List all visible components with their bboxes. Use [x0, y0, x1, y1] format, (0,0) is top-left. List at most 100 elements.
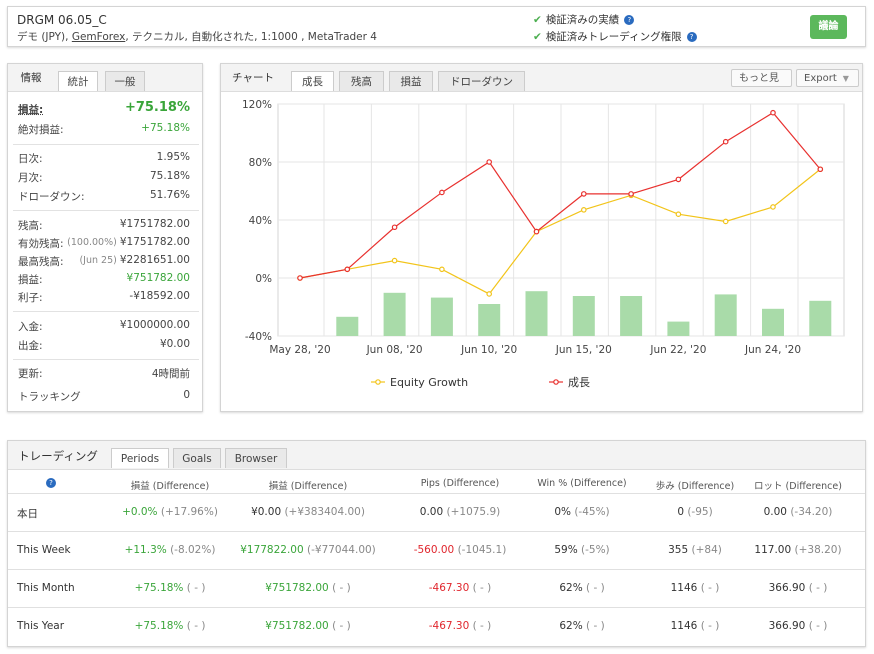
stat-label: 日次: — [18, 153, 43, 165]
cell-value: ¥0.00 — [251, 506, 282, 518]
help-icon[interactable]: ? — [686, 32, 697, 42]
equity-point — [722, 218, 729, 225]
cell-value: +75.18% — [134, 620, 184, 632]
stat-value: +75.18% — [141, 122, 190, 134]
tab-balance[interactable]: 残高 — [339, 71, 384, 91]
growth-chart: 120% 80% 40% 0% -40%May 28, '20 Jun 08, '20 Ju… — [242, 99, 845, 389]
stat-monthly: 月次: 75.18% — [18, 170, 190, 186]
stat-withdrawals: 出金: ¥0.00 — [18, 338, 190, 354]
bar — [572, 296, 595, 336]
chart-tabbar: チャート 成長 残高 損益 ドローダウン もっと見 Export ▼ — [221, 64, 862, 92]
help-icon[interactable]: ? — [624, 15, 635, 25]
cell-value: -467.30 — [428, 620, 470, 632]
stat-value: ¥0.00 — [159, 338, 190, 350]
stat-label: 利子: — [18, 292, 43, 304]
bar — [762, 308, 784, 336]
cell-value: 62% — [559, 620, 583, 632]
cell-difference: ( - ) — [469, 582, 492, 594]
cell-value: 366.90 — [768, 582, 806, 594]
stat-sub: (100.00%) — [67, 237, 117, 248]
stat-label: 出金: — [18, 340, 43, 352]
cell-value: 0 — [677, 506, 684, 518]
tab-goals[interactable]: Goals — [173, 448, 221, 468]
growth-point — [722, 138, 729, 145]
account-info: デモ (JPY), GemForex, テクニカル, 自動化された, 1:100… — [17, 29, 377, 44]
stat-label: ドローダウン: — [18, 191, 85, 203]
stat-balance: 残高: ¥1751782.00 — [18, 218, 190, 234]
table-cell: 366.90 ( - ) — [708, 620, 874, 632]
bar — [714, 294, 737, 336]
cell-difference: ( - ) — [582, 620, 605, 632]
bar — [383, 292, 406, 336]
table-cell: 0.00 (-34.20) — [708, 506, 874, 518]
tab-general[interactable]: 一般 — [105, 71, 145, 91]
bar — [667, 321, 690, 336]
cell-value: 1146 — [670, 620, 698, 632]
stat-updated: 更新: 4時間前 — [18, 366, 190, 382]
cell-value: 355 — [668, 544, 689, 556]
tab-drawdown[interactable]: ドローダウン — [438, 71, 525, 91]
y-tick-label: 0% — [255, 273, 272, 285]
dropdown-icon: ▼ — [842, 74, 849, 83]
equity-point — [675, 211, 682, 218]
row-divider — [8, 607, 865, 608]
stat-label: 月次: — [18, 172, 43, 184]
cell-value: ¥177822.00 — [240, 544, 304, 556]
tab-profit[interactable]: 損益 — [389, 71, 433, 91]
growth-point — [817, 166, 824, 173]
trading-tabbar: トレーディング Periods Goals Browser — [8, 441, 865, 470]
tab-growth[interactable]: 成長 — [291, 71, 334, 91]
period-label: 本日 — [17, 508, 38, 520]
stat-label: トラッキング — [18, 391, 81, 403]
column-header: Pips (Difference) — [420, 478, 500, 489]
tab-info[interactable]: 情報 — [14, 68, 48, 88]
tab-browser[interactable]: Browser — [225, 448, 287, 468]
stat-tracking: トラッキング 0 — [18, 389, 190, 405]
stat-label: 入金: — [18, 321, 43, 333]
stats-panel: 情報 統計 一般 損益: +75.18% 絶対損益: +75.18% 日次: 1… — [7, 63, 203, 412]
stat-value: 51.76% — [149, 189, 190, 201]
cell-value: -560.00 — [413, 544, 455, 556]
account-type: デモ (JPY), — [17, 31, 72, 43]
growth-point — [533, 228, 540, 235]
tab-periods[interactable]: Periods — [111, 448, 169, 468]
export-label: Export — [804, 73, 837, 84]
cell-value: 117.00 — [754, 544, 792, 556]
stat-daily: 日次: 1.95% — [18, 151, 190, 167]
tab-stats[interactable]: 統計 — [58, 71, 98, 91]
growth-point — [344, 266, 351, 273]
stat-highest: 最高残高: (Jun 25) ¥2281651.00 — [18, 254, 190, 270]
x-tick-label: Jun 22, '20 — [649, 344, 706, 356]
trading-panel: トレーディング Periods Goals Browser ? 損益 (Diffe… — [7, 440, 866, 647]
cell-value: 0.00 — [419, 506, 444, 518]
growth-point — [439, 189, 445, 196]
y-tick-label: 120% — [242, 99, 272, 111]
table-cell: 366.90 ( - ) — [708, 582, 874, 594]
broker-link[interactable]: GemForex — [72, 31, 126, 43]
cell-difference: (-8.02%) — [166, 544, 216, 556]
stat-label: 有効残高: — [18, 238, 64, 250]
discuss-button[interactable]: 議論 — [810, 15, 847, 39]
more-button[interactable]: もっと見 — [731, 69, 792, 87]
stat-label: 残高: — [18, 220, 43, 232]
stat-gain: 損益: +75.18% — [18, 100, 190, 118]
stat-label: 損益: — [18, 274, 43, 286]
cell-difference: (-45%) — [571, 506, 610, 518]
export-button[interactable]: Export ▼ — [796, 69, 859, 87]
chart-panel: チャート 成長 残高 損益 ドローダウン もっと見 Export ▼ 120% 80… — [220, 63, 863, 412]
equity-point — [391, 257, 398, 264]
stat-value: 0 — [183, 389, 190, 401]
help-icon[interactable]: ? — [46, 478, 56, 488]
stat-value: ¥751782.00 — [126, 272, 190, 284]
divider — [13, 210, 199, 211]
equity-point — [770, 204, 776, 210]
growth-point — [297, 275, 303, 281]
stat-sub: (Jun 25) — [79, 255, 117, 266]
cell-value: ¥751782.00 — [265, 620, 329, 632]
legend-swatch-marker — [553, 379, 559, 385]
stat-value: 1.95% — [156, 151, 190, 163]
stat-value: ¥1751782.00 — [119, 236, 190, 248]
cell-value: +0.0% — [122, 506, 158, 518]
bar — [620, 296, 643, 336]
period-label: This Month — [17, 582, 75, 594]
